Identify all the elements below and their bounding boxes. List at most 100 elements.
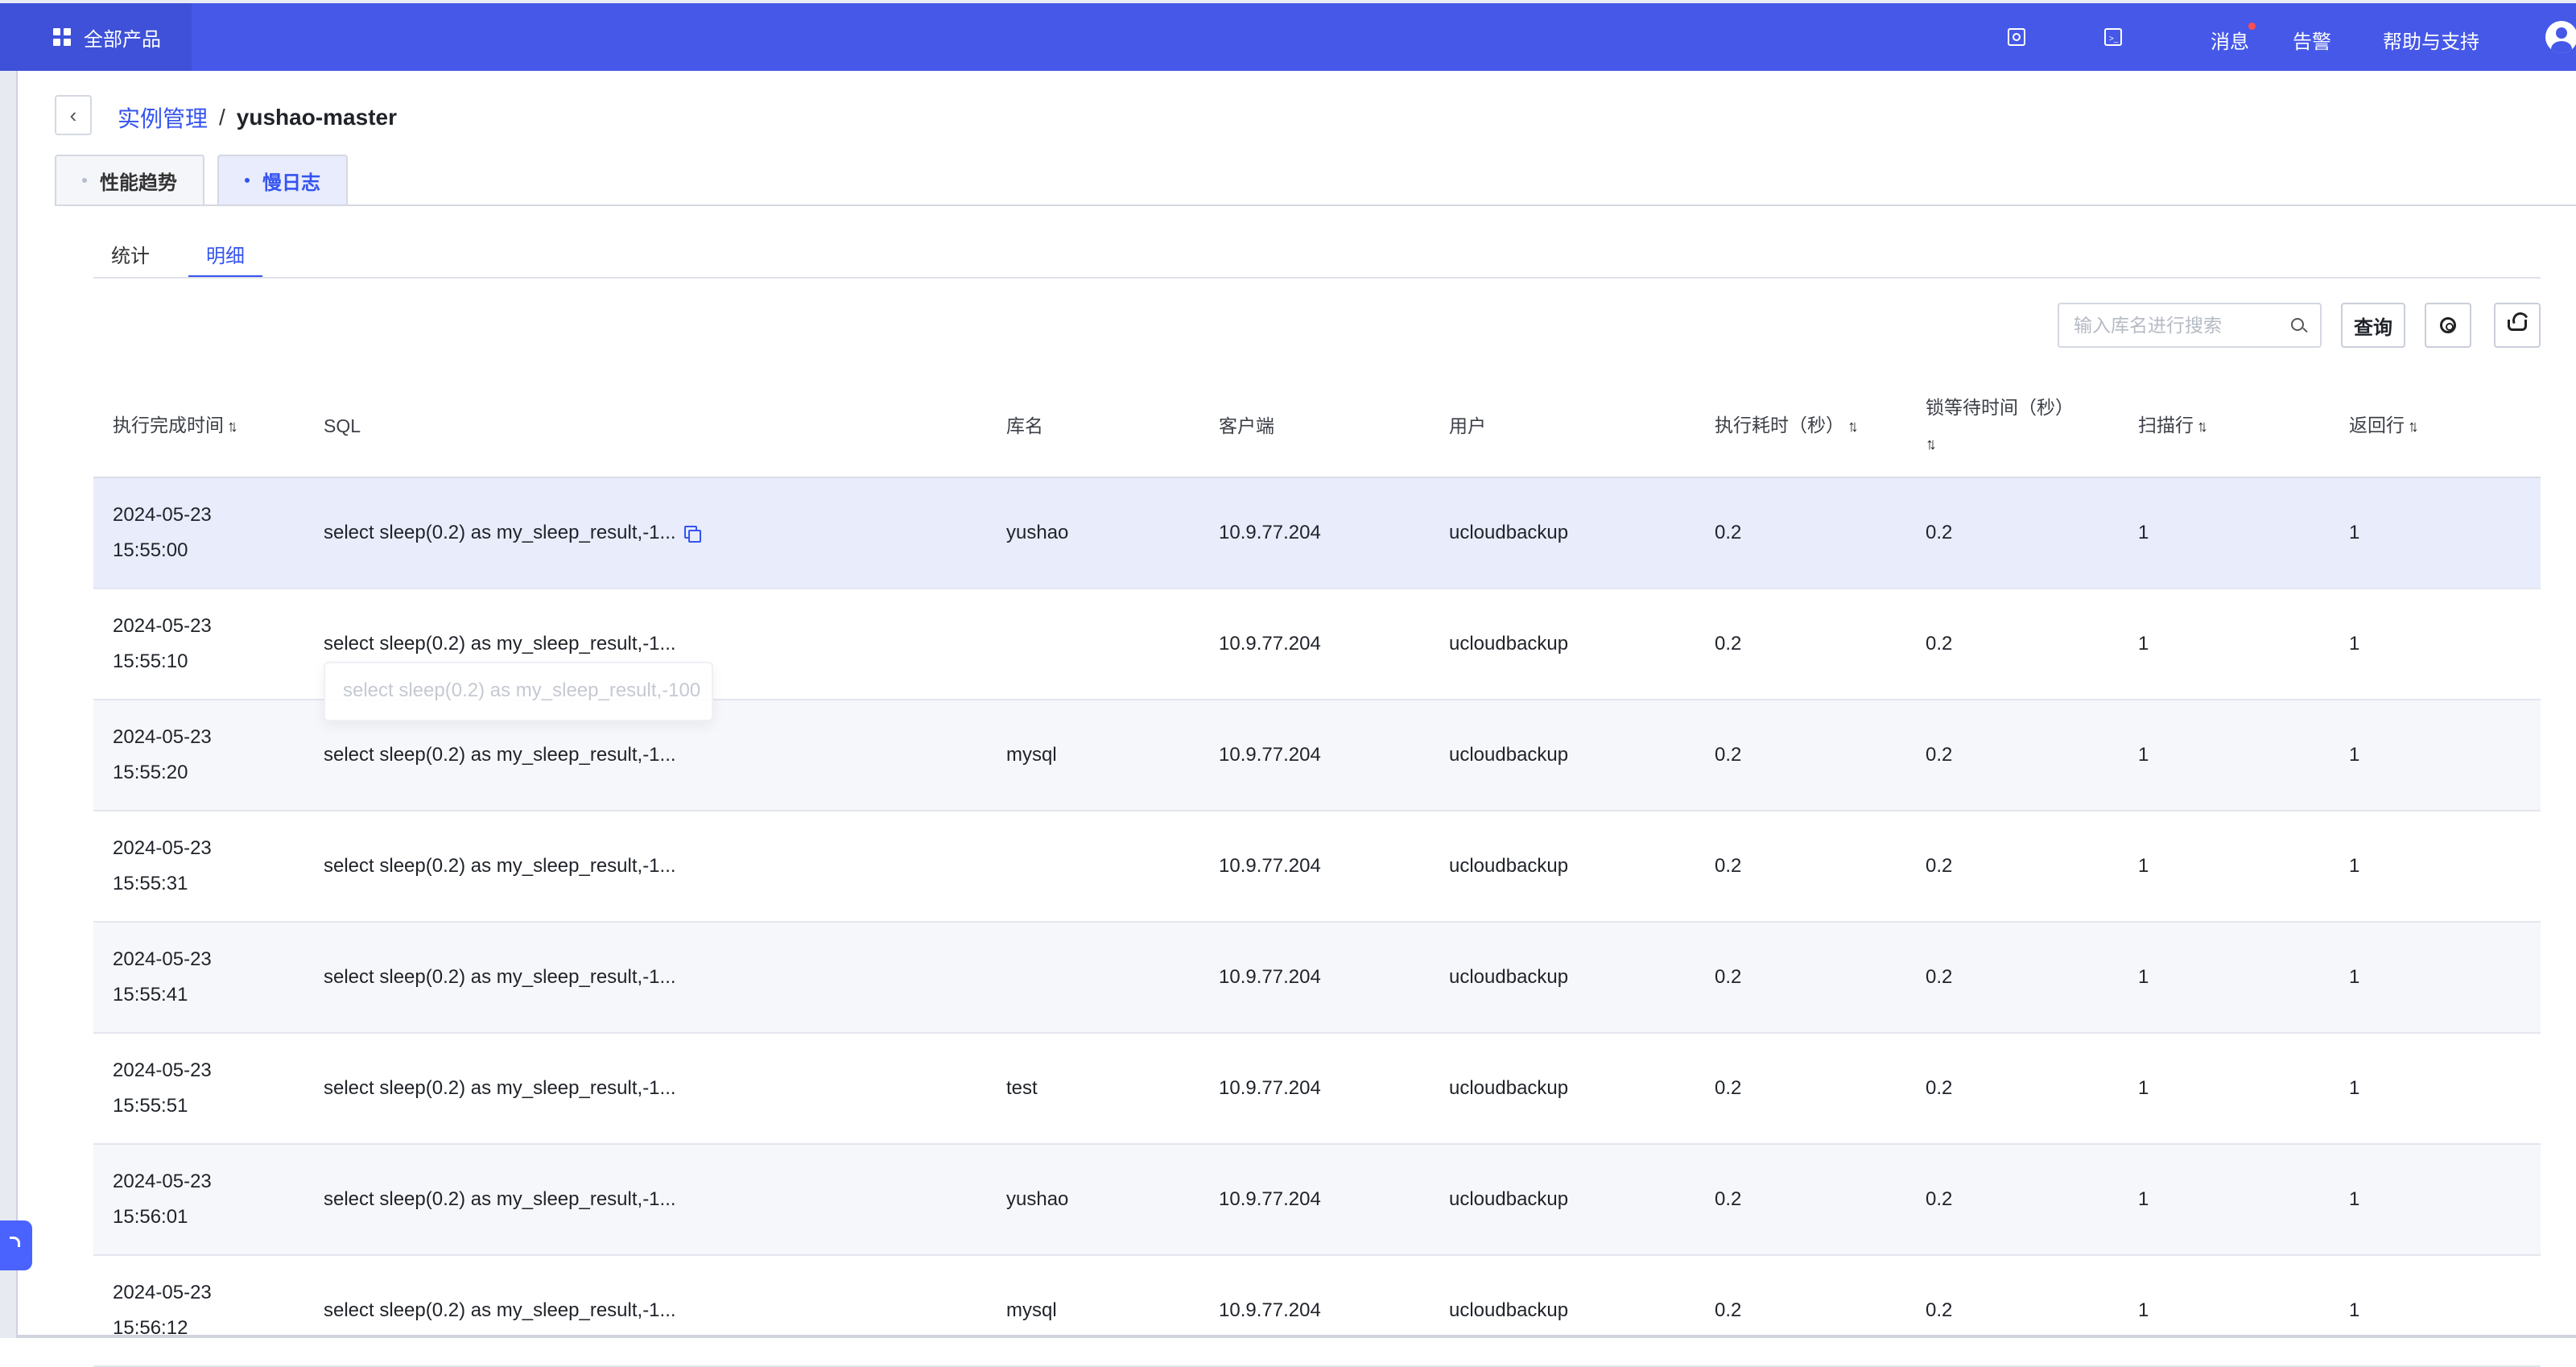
cell-user: ucloudbackup <box>1449 855 1569 877</box>
cell-sql[interactable]: select sleep(0.2) as my_sleep_result,-1.… <box>304 1071 987 1106</box>
cell-sql[interactable]: select sleep(0.2) as my_sleep_result,-1.… <box>304 515 987 551</box>
cell-rows-sent: 1 <box>2349 855 2360 877</box>
alert-link[interactable]: 告警 <box>2293 26 2331 54</box>
search-icon[interactable] <box>2291 318 2304 331</box>
cell-rows-examined: 1 <box>2138 1077 2149 1099</box>
table-row[interactable]: 2024-05-23 15:55:41 select sleep(0.2) as … <box>93 923 2541 1034</box>
terminal-icon[interactable]: >_ <box>2104 28 2122 46</box>
cell-sql[interactable]: select sleep(0.2) as my_sleep_result,-1.… <box>304 960 987 995</box>
cloud-refresh-icon <box>2508 320 2527 331</box>
cell-sql[interactable]: select sleep(0.2) as my_sleep_result,-1.… <box>304 737 987 773</box>
cell-finish-time: 2024-05-23 15:55:41 <box>93 942 304 1013</box>
table-header: 执行完成时间 ↑↓ SQL 库名 客户端 用户 执行耗时（秒） ↑↓ 锁等待时间（秒… <box>93 375 2541 478</box>
subtab-statistics[interactable]: 统计 <box>93 233 167 279</box>
column-header-client: 客户端 <box>1199 408 1430 444</box>
cell-date: 2024-05-23 <box>113 948 212 970</box>
table-row[interactable]: 2024-05-23 15:55:31 select sleep(0.2) as … <box>93 812 2541 923</box>
subtab-details[interactable]: 明细 <box>188 233 262 279</box>
settings-button[interactable] <box>2425 303 2471 348</box>
cell-database: test <box>1006 1077 1038 1099</box>
cell-time: 15:55:00 <box>113 539 188 561</box>
table-row[interactable]: 2024-05-23 15:55:00 select sleep(0.2) as … <box>93 478 2541 589</box>
cell-client: 10.9.77.204 <box>1219 855 1321 877</box>
query-button[interactable]: 查询 <box>2341 303 2405 348</box>
sort-icon[interactable]: ↑↓ <box>2197 418 2208 436</box>
cell-duration: 0.2 <box>1715 744 1742 766</box>
tab-performance-trend[interactable]: 性能趋势 <box>55 155 204 204</box>
refresh-button[interactable] <box>2494 303 2541 348</box>
cell-time: 15:55:20 <box>113 762 188 783</box>
cell-rows-examined: 1 <box>2138 855 2149 877</box>
cell-client: 10.9.77.204 <box>1219 744 1321 766</box>
column-label: 客户端 <box>1219 415 1274 436</box>
help-support-link[interactable]: 帮助与支持 <box>2383 26 2479 54</box>
column-label: 执行耗时（秒） <box>1715 415 1844 436</box>
user-avatar-icon[interactable] <box>2545 21 2576 53</box>
cell-duration: 0.2 <box>1715 855 1742 877</box>
cell-lock-wait: 0.2 <box>1926 966 1953 988</box>
cell-client: 10.9.77.204 <box>1219 1188 1321 1210</box>
column-header-rows-examined[interactable]: 扫描行 ↑↓ <box>2119 407 2330 444</box>
column-label: 锁等待时间（秒） <box>1926 397 2074 418</box>
cell-finish-time: 2024-05-23 15:55:20 <box>93 720 304 791</box>
cell-time: 15:55:31 <box>113 873 188 894</box>
column-header-rows-sent[interactable]: 返回行 ↑↓ <box>2330 407 2541 444</box>
cell-sql[interactable]: select sleep(0.2) as my_sleep_result,-1.… <box>304 1293 987 1328</box>
tab-slow-log[interactable]: 慢日志 <box>217 155 348 204</box>
cell-rows-sent: 1 <box>2349 633 2360 655</box>
search-console-icon[interactable] <box>2008 28 2025 46</box>
table-row[interactable]: 2024-05-23 15:56:01 select sleep(0.2) as … <box>93 1145 2541 1256</box>
cell-client: 10.9.77.204 <box>1219 522 1321 543</box>
message-unread-dot <box>2248 23 2256 30</box>
chevron-left-icon: ‹ <box>69 102 77 127</box>
tab-dot-icon <box>82 178 87 183</box>
breadcrumb-instance-management[interactable]: 实例管理 <box>118 101 208 134</box>
table-row[interactable]: 2024-05-23 15:56:12 select sleep(0.2) as … <box>93 1256 2541 1367</box>
cell-duration: 0.2 <box>1715 966 1742 988</box>
cell-lock-wait: 0.2 <box>1926 1299 1953 1321</box>
sort-icon[interactable]: ↑↓ <box>2408 418 2419 436</box>
column-label: 扫描行 <box>2138 415 2194 436</box>
sub-tabs: 统计 明细 <box>93 233 1736 279</box>
page-title: yushao-master <box>236 105 397 130</box>
database-search-input[interactable] <box>2059 304 2277 346</box>
sort-icon[interactable]: ↑↓ <box>1847 418 1859 436</box>
breadcrumb-separator: / <box>219 105 225 130</box>
table-body: 2024-05-23 15:55:00 select sleep(0.2) as … <box>93 478 2541 1367</box>
top-nav-bar: 全部产品 >_ 消息 告警 帮助与支持 <box>0 0 2576 71</box>
cell-lock-wait: 0.2 <box>1926 633 1953 655</box>
tab-label: 慢日志 <box>262 171 320 194</box>
column-header-finish-time[interactable]: 执行完成时间 ↑↓ <box>93 407 304 444</box>
cell-user: ucloudbackup <box>1449 522 1569 543</box>
table-row[interactable]: 2024-05-23 15:55:51 select sleep(0.2) as … <box>93 1034 2541 1145</box>
cell-rows-sent: 1 <box>2349 1299 2360 1321</box>
column-header-database: 库名 <box>987 408 1199 444</box>
cell-user: ucloudbackup <box>1449 966 1569 988</box>
cell-sql[interactable]: select sleep(0.2) as my_sleep_result,-1.… <box>304 849 987 884</box>
floating-assistant-icon[interactable] <box>0 1220 32 1270</box>
breadcrumb: 实例管理 / yushao-master <box>118 101 397 134</box>
cell-user: ucloudbackup <box>1449 744 1569 766</box>
column-label: 返回行 <box>2349 415 2405 436</box>
cell-database: mysql <box>1006 744 1057 766</box>
cell-database: yushao <box>1006 522 1069 543</box>
cell-duration: 0.2 <box>1715 1299 1742 1321</box>
copy-icon[interactable] <box>683 526 701 543</box>
cell-rows-sent: 1 <box>2349 744 2360 766</box>
column-header-duration[interactable]: 执行耗时（秒） ↑↓ <box>1695 407 1906 444</box>
subtab-divider <box>93 277 2541 279</box>
all-products-menu[interactable]: 全部产品 <box>0 3 192 71</box>
cell-sql[interactable]: select sleep(0.2) as my_sleep_result,-1.… <box>304 1182 987 1217</box>
sort-icon[interactable]: ↑↓ <box>227 418 238 436</box>
cell-duration: 0.2 <box>1715 633 1742 655</box>
back-button[interactable]: ‹ <box>55 95 92 135</box>
cell-user: ucloudbackup <box>1449 1188 1569 1210</box>
cell-lock-wait: 0.2 <box>1926 744 1953 766</box>
column-header-user: 用户 <box>1430 408 1695 444</box>
column-header-lock-wait[interactable]: 锁等待时间（秒） ↑↓ <box>1906 390 2119 462</box>
cell-rows-examined: 1 <box>2138 1188 2149 1210</box>
cell-sql[interactable]: select sleep(0.2) as my_sleep_result,-1.… <box>304 626 987 662</box>
cell-lock-wait: 0.2 <box>1926 522 1953 543</box>
message-link[interactable]: 消息 <box>2211 23 2256 54</box>
sort-icon[interactable]: ↑↓ <box>1926 436 1937 453</box>
